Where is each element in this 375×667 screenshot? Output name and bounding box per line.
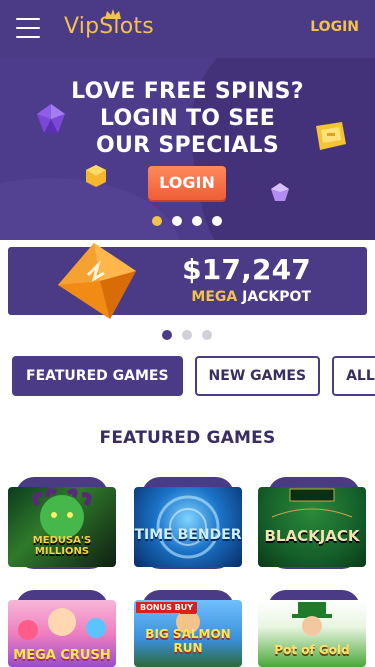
game-tile-blackjack[interactable]: BLACKJACK: [258, 487, 366, 567]
jackpot-amount: $17,247: [182, 253, 311, 286]
hero-title-line-1: LOVE FREE SPINS?: [71, 79, 304, 104]
game-title-medusa: MEDUSA'S MILLIONS: [32, 535, 92, 557]
game-tile-pot-of-gold[interactable]: Pot of Gold: [258, 600, 366, 667]
hero-carousel-dot-3[interactable]: [192, 216, 202, 226]
top-header: VipSlots LOGIN: [0, 0, 375, 58]
bonus-buy-badge: BONUS BUY: [136, 602, 198, 613]
hero-carousel-dot-4[interactable]: [212, 216, 222, 226]
game-category-tabs: FEATURED GAMES NEW GAMES ALL SLOTS: [12, 356, 375, 396]
game-title-blackjack: BLACKJACK: [264, 527, 360, 545]
game-title-time-bender: TIME BENDER: [134, 527, 242, 543]
jackpot-carousel-dot-2[interactable]: [182, 330, 192, 340]
game-title-pot-of-gold: Pot of Gold: [274, 643, 350, 657]
jackpot-carousel-dots: [162, 330, 212, 340]
jackpot-carousel-dot-3[interactable]: [202, 330, 212, 340]
game-tile-time-bender[interactable]: TIME BENDER: [134, 487, 242, 567]
game-tile-mega-crush[interactable]: MEGA CRUSH: [8, 600, 116, 667]
menu-icon[interactable]: [16, 18, 40, 38]
hero-carousel-dot-2[interactable]: [172, 216, 182, 226]
hero-carousel-dot-1[interactable]: [152, 216, 162, 226]
tab-all-slots[interactable]: ALL SLOTS: [332, 356, 375, 396]
section-title: FEATURED GAMES: [99, 428, 276, 448]
tab-featured-games[interactable]: FEATURED GAMES: [12, 356, 183, 396]
site-logo[interactable]: VipSlots: [64, 9, 154, 44]
crown-icon: [105, 9, 121, 19]
jackpot-carousel-dot-1[interactable]: [162, 330, 172, 340]
orange-gem-icon: [58, 243, 136, 319]
jackpot-label: MEGA JACKPOT: [191, 289, 311, 305]
hero-title-line-2: LOGIN TO SEE: [99, 106, 276, 131]
yellow-gem-icon: [86, 165, 106, 187]
jackpot-label-rest: JACKPOT: [242, 289, 311, 305]
tab-new-games[interactable]: NEW GAMES: [194, 356, 321, 396]
game-title-mega-crush: MEGA CRUSH: [13, 648, 111, 663]
game-tile-big-salmon-run[interactable]: BONUS BUY BIG SALMON RUN: [134, 600, 242, 667]
hero-carousel-dots: [152, 216, 222, 226]
game-tile-medusa[interactable]: MEDUSA'S MILLIONS: [8, 487, 116, 567]
jackpot-banner[interactable]: $17,247 MEGA JACKPOT: [8, 243, 367, 319]
hero-title-line-3: OUR SPECIALS: [96, 133, 279, 158]
header-login-button[interactable]: LOGIN: [310, 19, 359, 35]
hero-title: LOVE FREE SPINS? LOGIN TO SEE OUR SPECIA…: [40, 78, 335, 159]
game-title-big-salmon-run: BIG SALMON RUN: [145, 627, 231, 655]
small-purple-gem-icon: [271, 183, 289, 201]
hero-banner: LOVE FREE SPINS? LOGIN TO SEE OUR SPECIA…: [0, 58, 375, 240]
jackpot-label-accent: MEGA: [191, 289, 238, 305]
hero-login-button[interactable]: LOGIN: [148, 166, 226, 200]
